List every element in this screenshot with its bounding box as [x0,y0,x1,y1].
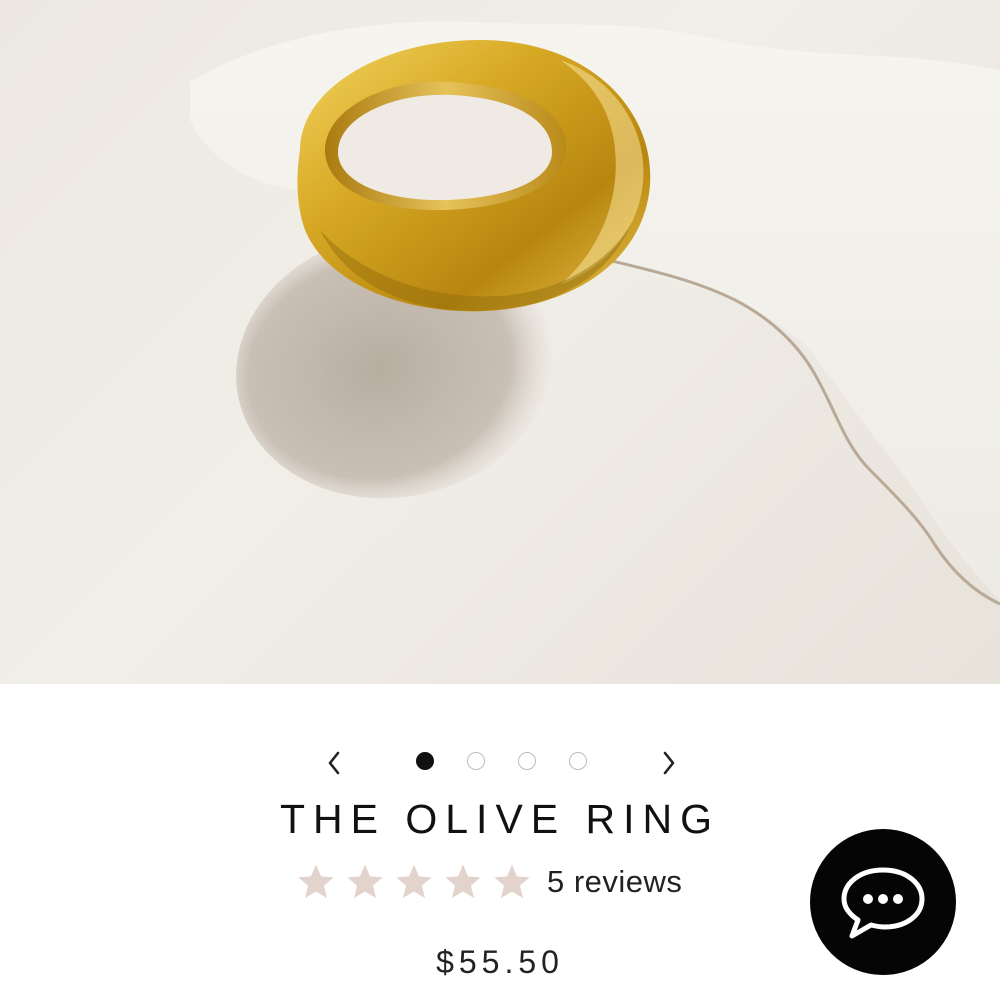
chevron-left-icon [328,751,340,775]
previous-image-button[interactable] [314,742,354,784]
star-icon [298,864,334,899]
chat-button[interactable] [810,829,956,975]
next-image-button[interactable] [649,742,689,784]
star-icon [494,864,530,899]
image-carousel-controls [0,742,1000,784]
product-image[interactable] [0,0,1000,684]
gold-ring-photo [190,21,1000,606]
chat-bubble-icon [841,867,925,939]
star-icon [445,864,481,899]
star-icon [347,864,383,899]
star-rating[interactable]: 5 reviews [296,858,682,906]
carousel-dot-4[interactable] [569,752,587,770]
reviews-count-link[interactable]: 5 reviews [547,864,682,900]
carousel-dot-3[interactable] [518,752,536,770]
chevron-right-icon [663,751,675,775]
carousel-dot-1[interactable] [416,752,434,770]
carousel-dot-2[interactable] [467,752,485,770]
star-icon [396,864,432,899]
